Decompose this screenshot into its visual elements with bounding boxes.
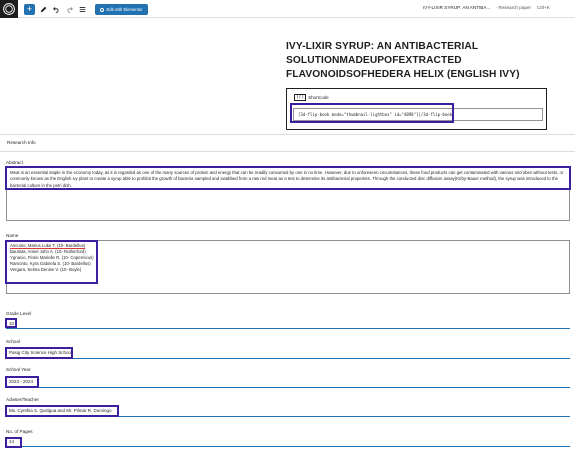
list-view-button[interactable] bbox=[77, 4, 87, 15]
pencil-icon bbox=[40, 6, 46, 13]
meta-box-header-divider bbox=[0, 151, 575, 152]
elementor-button-label: Edit with Elementor bbox=[106, 7, 143, 12]
undo-icon bbox=[52, 7, 59, 13]
document-title: IVY-LIXIR SYRUP: AN ANTIBA... bbox=[423, 5, 491, 10]
post-title[interactable]: IVY-LIXIR SYRUP: AN ANTIBACTERIAL SOLUTI… bbox=[286, 40, 536, 82]
abstract-label: Abstract bbox=[6, 160, 23, 165]
grade-level-label: Grade Level bbox=[6, 311, 32, 316]
highlight-box-school bbox=[5, 347, 73, 359]
highlight-box-adviser bbox=[5, 405, 119, 417]
editor-toolbar: + Edit with Elementor IVY-LIXIR SYRUP: A… bbox=[0, 0, 575, 18]
name-label: Name bbox=[6, 233, 19, 238]
school-year-label: School Year bbox=[6, 367, 31, 372]
school-underline bbox=[6, 358, 570, 359]
edit-with-elementor-button[interactable]: Edit with Elementor bbox=[95, 4, 148, 15]
shortcode-icon: [/] bbox=[294, 94, 307, 101]
highlight-box-abstract bbox=[5, 166, 571, 190]
highlight-box-shortcode bbox=[290, 103, 454, 123]
school-label: School bbox=[6, 339, 21, 344]
plus-icon: + bbox=[26, 4, 33, 14]
document-bar[interactable]: IVY-LIXIR SYRUP: AN ANTIBA... · Research… bbox=[423, 5, 531, 10]
redo-icon bbox=[66, 7, 73, 13]
redo-button[interactable] bbox=[64, 4, 74, 15]
highlight-box-names bbox=[5, 240, 98, 284]
shortcode-block-header: [/] Shortcode bbox=[294, 94, 329, 101]
meta-box-title: Research Info bbox=[7, 140, 36, 145]
list-view-icon bbox=[79, 6, 85, 13]
elementor-icon bbox=[100, 7, 105, 12]
undo-button[interactable] bbox=[51, 4, 61, 15]
grade-level-underline bbox=[6, 328, 570, 329]
pages-underline bbox=[6, 446, 570, 447]
add-block-button[interactable]: + bbox=[24, 4, 35, 15]
adviser-label: Adviser/Teacher bbox=[6, 397, 39, 402]
school-year-underline bbox=[6, 387, 570, 388]
highlight-box-grade bbox=[5, 318, 17, 328]
highlight-box-pages bbox=[5, 437, 22, 448]
command-shortcut: Ctrl+K bbox=[537, 5, 550, 10]
shortcode-label: Shortcode bbox=[308, 95, 329, 100]
tools-button[interactable] bbox=[38, 4, 48, 15]
meta-box-divider bbox=[0, 134, 575, 135]
document-type: · Research paper bbox=[495, 5, 532, 10]
highlight-box-year bbox=[5, 376, 39, 388]
wordpress-icon bbox=[3, 3, 15, 15]
wordpress-logo-button[interactable] bbox=[0, 0, 18, 18]
pages-label: No. of Pages bbox=[6, 429, 33, 434]
